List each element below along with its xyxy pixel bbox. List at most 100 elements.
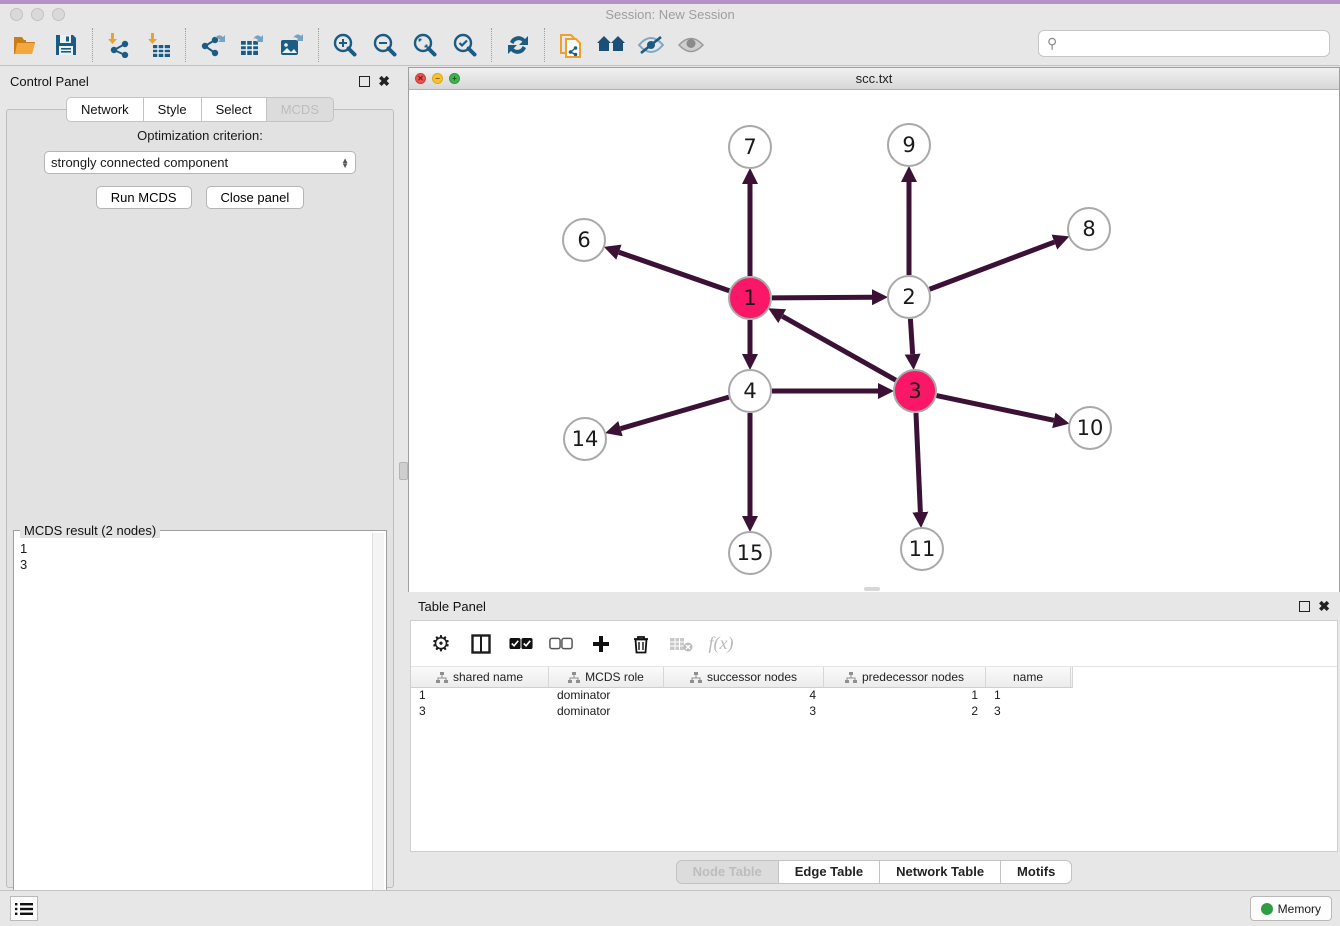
refresh-layout-icon[interactable] bbox=[498, 27, 538, 63]
select-all-checkboxes-icon[interactable] bbox=[509, 632, 533, 656]
mcds-result-item: 1 bbox=[20, 541, 372, 557]
close-panel-button[interactable]: Close panel bbox=[206, 186, 305, 209]
main-toolbar: ⚲ bbox=[0, 24, 1340, 66]
column-header-mcds-role[interactable]: MCDS role bbox=[549, 667, 664, 687]
graph-edge-3-10[interactable] bbox=[937, 396, 1054, 421]
clone-network-icon[interactable] bbox=[551, 27, 591, 63]
close-table-panel-icon[interactable]: ✖ bbox=[1318, 601, 1330, 612]
zoom-in-icon[interactable] bbox=[325, 27, 365, 63]
search-box[interactable]: ⚲ bbox=[1038, 30, 1330, 57]
table-settings-gear-icon[interactable]: ⚙ bbox=[429, 632, 453, 656]
table-row[interactable]: 3dominator323 bbox=[411, 704, 1337, 720]
graph-edge-1-6[interactable] bbox=[619, 252, 729, 291]
task-history-button[interactable] bbox=[10, 896, 38, 921]
tab-node-table[interactable]: Node Table bbox=[676, 860, 778, 884]
network-window: scc.txt ✕ − + 7968124314101511 bbox=[408, 67, 1340, 592]
graph-node-label: 8 bbox=[1082, 217, 1095, 241]
window-title: Session: New Session bbox=[0, 7, 1340, 22]
network-window-title: scc.txt bbox=[409, 71, 1339, 86]
zoom-selected-icon[interactable] bbox=[445, 27, 485, 63]
table-panel-title: Table Panel bbox=[418, 599, 1299, 614]
save-icon[interactable] bbox=[46, 27, 86, 63]
import-table-icon[interactable] bbox=[139, 27, 179, 63]
tab-motifs[interactable]: Motifs bbox=[1000, 860, 1072, 884]
network-window-titlebar[interactable]: scc.txt ✕ − + bbox=[409, 68, 1339, 90]
column-header-shared-name[interactable]: shared name bbox=[411, 667, 549, 687]
tab-edge-table[interactable]: Edge Table bbox=[778, 860, 879, 884]
control-panel-body: Optimization criterion: strongly connect… bbox=[6, 109, 394, 888]
tab-mcds[interactable]: MCDS bbox=[266, 97, 334, 122]
table-cell[interactable]: 1 bbox=[411, 688, 549, 704]
table-cell[interactable]: 1 bbox=[824, 688, 986, 704]
tree-hierarchy-icon bbox=[436, 672, 448, 683]
graph-node-label: 2 bbox=[902, 285, 915, 309]
result-scrollbar[interactable] bbox=[372, 533, 384, 911]
search-input[interactable] bbox=[1061, 36, 1329, 51]
deselect-all-checkboxes-icon[interactable] bbox=[549, 632, 573, 656]
toolbar-separator bbox=[318, 28, 319, 62]
control-panel-title: Control Panel bbox=[10, 74, 359, 89]
memory-button[interactable]: Memory bbox=[1250, 896, 1332, 921]
column-header-name[interactable]: name bbox=[986, 667, 1071, 687]
delete-table-disabled-icon bbox=[669, 632, 693, 656]
column-header-successor-nodes[interactable]: successor nodes bbox=[664, 667, 824, 687]
table-cell[interactable]: 4 bbox=[664, 688, 824, 704]
graph-node-label: 14 bbox=[572, 427, 599, 451]
column-header-label: name bbox=[1013, 670, 1043, 684]
zoom-out-icon[interactable] bbox=[365, 27, 405, 63]
graph-edge-3-11[interactable] bbox=[916, 413, 920, 512]
table-rows: 1dominator4113dominator323 bbox=[411, 688, 1337, 720]
import-network-icon[interactable] bbox=[99, 27, 139, 63]
tab-network[interactable]: Network bbox=[66, 97, 143, 122]
add-column-plus-icon[interactable] bbox=[589, 632, 613, 656]
table-column-headers: shared nameMCDS rolesuccessor nodesprede… bbox=[411, 667, 1073, 688]
column-header-predecessor-nodes[interactable]: predecessor nodes bbox=[824, 667, 986, 687]
graph-node-label: 7 bbox=[743, 135, 756, 159]
table-cell[interactable]: dominator bbox=[549, 704, 664, 720]
table-cell[interactable]: 3 bbox=[664, 704, 824, 720]
table-row[interactable]: 1dominator411 bbox=[411, 688, 1337, 704]
close-panel-icon[interactable]: ✖ bbox=[378, 76, 390, 87]
criterion-select[interactable]: strongly connected component ▲▼ bbox=[44, 151, 356, 174]
graph-edge-2-8[interactable] bbox=[930, 242, 1055, 289]
graph-edge-3-1[interactable] bbox=[782, 316, 896, 380]
export-image-icon[interactable] bbox=[272, 27, 312, 63]
export-network-icon[interactable] bbox=[192, 27, 232, 63]
graph-edge-2-3[interactable] bbox=[910, 319, 912, 354]
network-canvas[interactable]: 7968124314101511 bbox=[409, 90, 1339, 592]
toolbar-separator bbox=[185, 28, 186, 62]
table-panel: Table Panel ✖ ⚙ bbox=[408, 592, 1340, 888]
graph-edge-4-14[interactable] bbox=[621, 397, 729, 429]
split-columns-icon[interactable] bbox=[469, 632, 493, 656]
table-cell[interactable]: 2 bbox=[824, 704, 986, 720]
tab-network-table[interactable]: Network Table bbox=[879, 860, 1000, 884]
run-mcds-button[interactable]: Run MCDS bbox=[96, 186, 192, 209]
table-cell[interactable]: dominator bbox=[549, 688, 664, 704]
table-cell[interactable]: 3 bbox=[986, 704, 1071, 720]
graph-edge-1-2[interactable] bbox=[772, 297, 872, 298]
open-folder-icon[interactable] bbox=[6, 27, 46, 63]
tab-select[interactable]: Select bbox=[201, 97, 266, 122]
canvas-resize-grip[interactable] bbox=[864, 587, 880, 591]
panel-splitter-grip[interactable] bbox=[399, 462, 408, 480]
mcds-result-item: 3 bbox=[20, 557, 372, 573]
table-cell[interactable]: 1 bbox=[986, 688, 1071, 704]
control-panel: Control Panel ✖ NetworkStyleSelectMCDS O… bbox=[0, 67, 400, 888]
tree-hierarchy-icon bbox=[568, 672, 580, 683]
graph-node-label: 15 bbox=[737, 541, 764, 565]
table-cell[interactable]: 3 bbox=[411, 704, 549, 720]
home-networks-icon[interactable] bbox=[591, 27, 631, 63]
tree-hierarchy-icon bbox=[690, 672, 702, 683]
tree-hierarchy-icon bbox=[845, 672, 857, 683]
show-eye-icon[interactable] bbox=[671, 27, 711, 63]
delete-column-trash-icon[interactable] bbox=[629, 632, 653, 656]
float-table-panel-icon[interactable] bbox=[1299, 601, 1310, 612]
graph-node-label: 9 bbox=[902, 133, 915, 157]
graph-node-label: 10 bbox=[1077, 416, 1104, 440]
export-table-icon[interactable] bbox=[232, 27, 272, 63]
hide-eye-slash-icon[interactable] bbox=[631, 27, 671, 63]
tab-style[interactable]: Style bbox=[143, 97, 201, 122]
float-panel-icon[interactable] bbox=[359, 76, 370, 87]
select-stepper-icon: ▲▼ bbox=[341, 158, 349, 168]
zoom-fit-icon[interactable] bbox=[405, 27, 445, 63]
